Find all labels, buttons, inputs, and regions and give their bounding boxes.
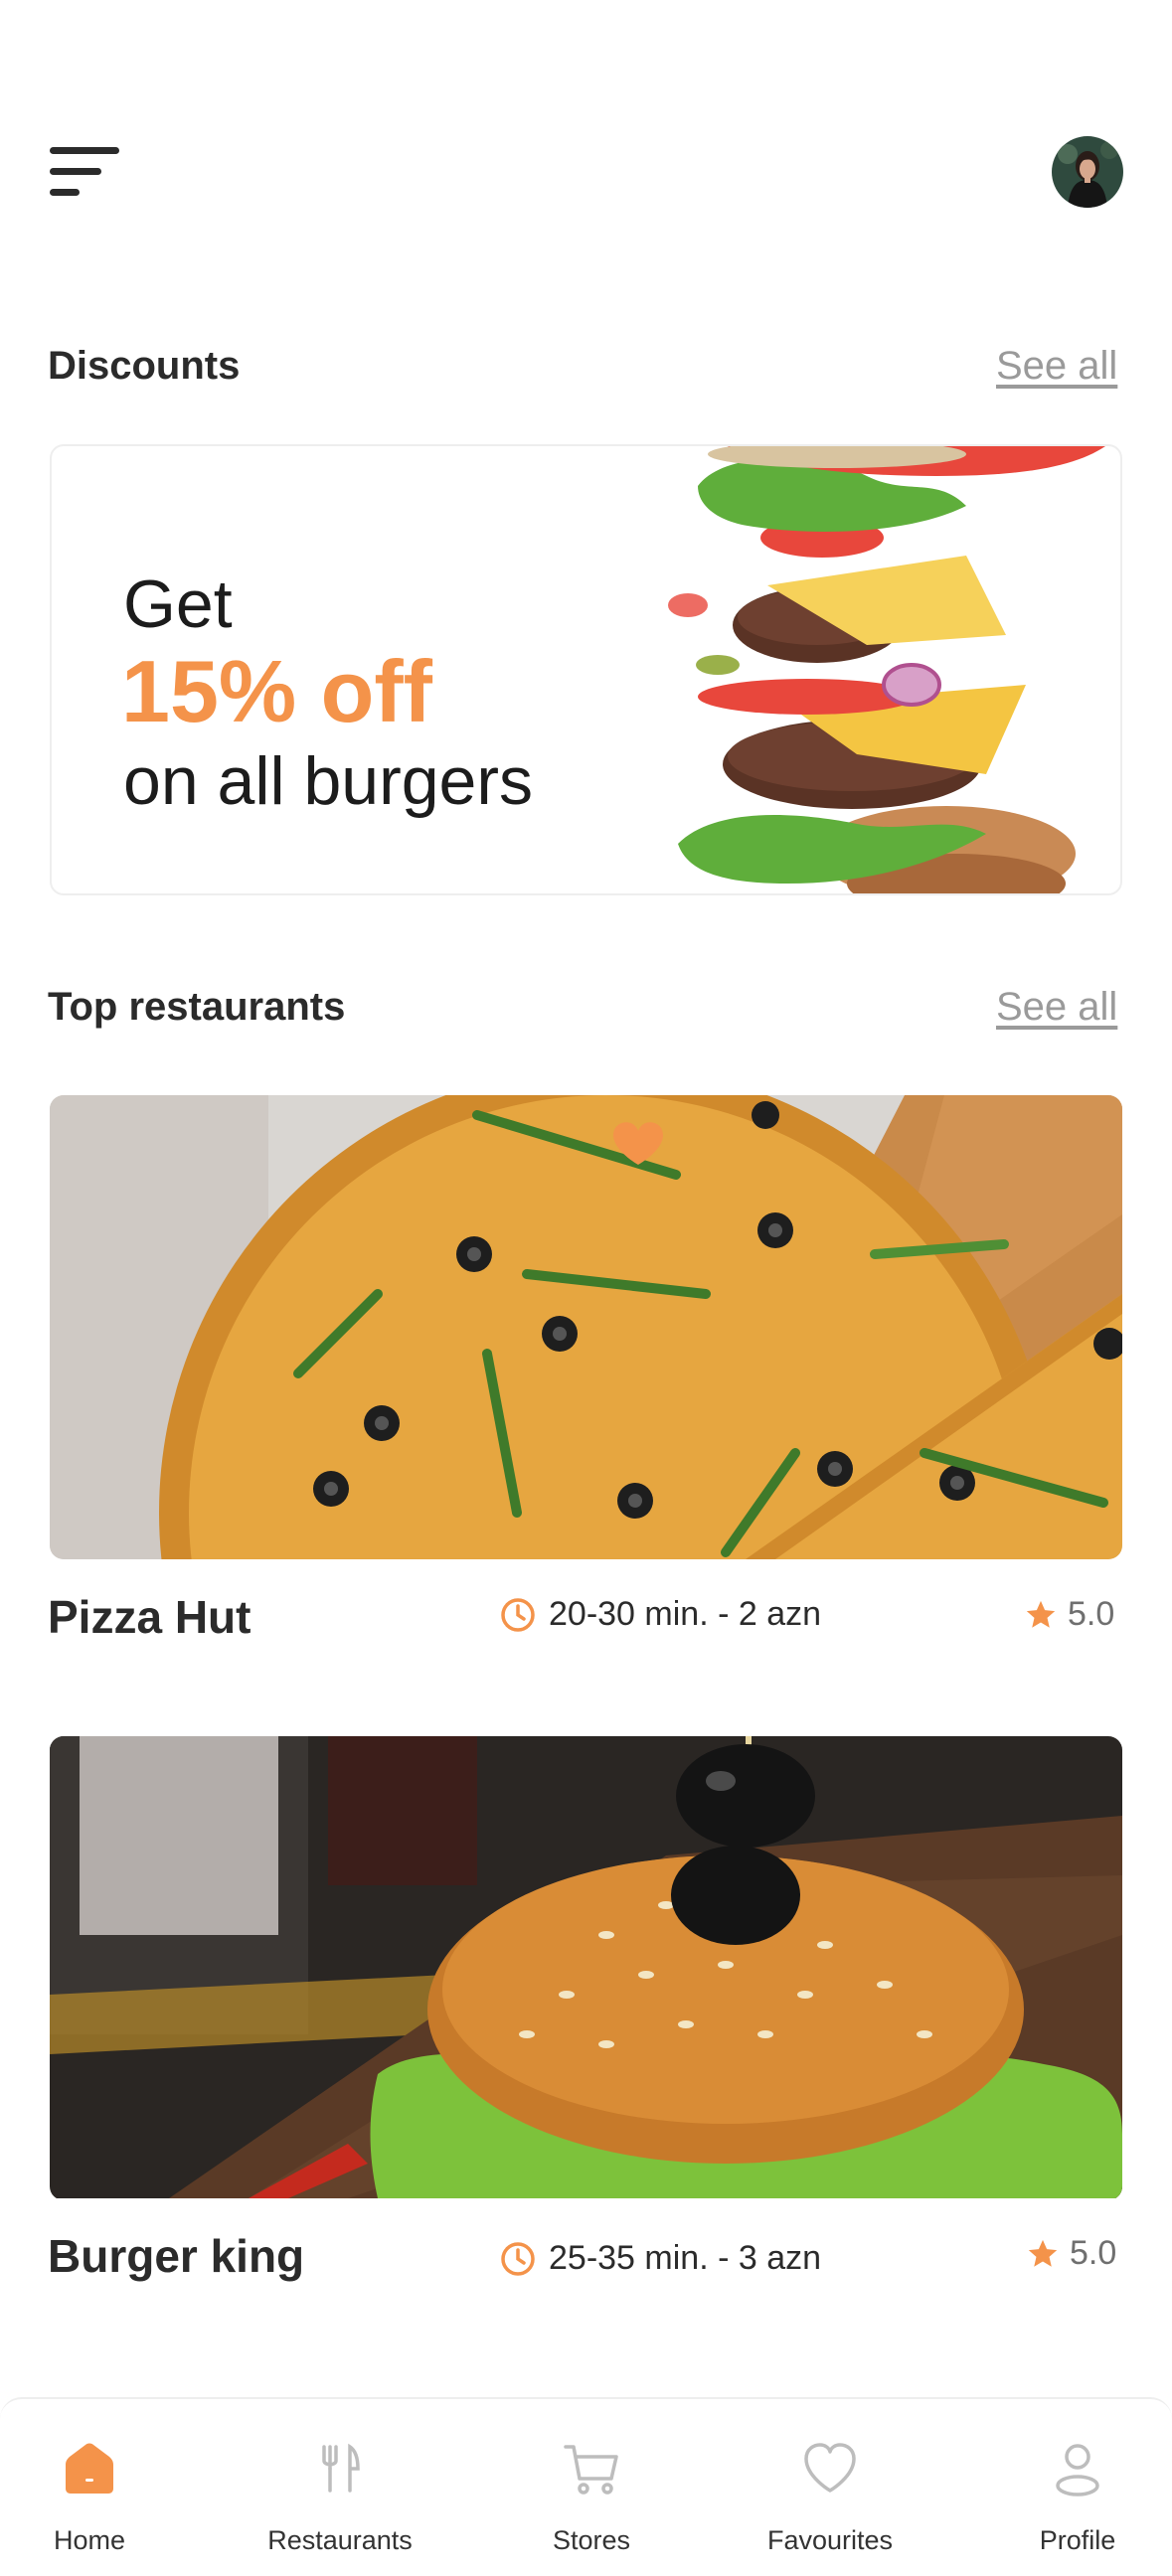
discount-banner[interactable]: Get 15% off on all burgers [50,444,1122,895]
nav-home[interactable]: Home [0,2439,189,2556]
restaurant-rating: 5.0 [1024,1595,1114,1634]
nav-label: Profile [1039,2525,1116,2555]
nav-restaurants[interactable]: Restaurants [241,2439,439,2556]
cart-icon [564,2445,618,2495]
fork-knife-icon [322,2443,360,2493]
star-icon [1028,2239,1058,2267]
promo-line-get: Get [123,566,233,642]
nav-favourites[interactable]: Favourites [731,2439,929,2556]
nav-label: Home [53,2525,126,2555]
user-avatar[interactable] [1052,136,1123,208]
menu-button[interactable] [50,147,121,199]
discounts-see-all-link[interactable]: See all [996,344,1117,389]
restaurant-rating: 5.0 [1026,2234,1116,2273]
discounts-title: Discounts [48,344,241,388]
star-icon [1026,1600,1056,1628]
top-restaurants-see-all-link[interactable]: See all [996,985,1117,1030]
user-icon [1056,2444,1099,2496]
nav-label: Favourites [766,2525,894,2555]
restaurant-delivery-info: 25-35 min. - 3 azn [499,2239,821,2278]
clock-icon [501,1597,535,1632]
home-icon [66,2443,113,2494]
promo-line-burgers: on all burgers [123,743,534,819]
nav-stores[interactable]: Stores [492,2439,691,2556]
rating-value: 5.0 [1070,2234,1117,2272]
rating-value: 5.0 [1068,1595,1115,1633]
heart-icon [804,2443,856,2493]
restaurant-image-pizza-hut[interactable] [50,1095,1122,1559]
nav-profile[interactable]: Profile [978,2439,1172,2556]
top-restaurants-title: Top restaurants [48,985,346,1029]
restaurant-image-burger-king[interactable] [50,1736,1122,2200]
delivery-time-text: 20-30 min. - 2 azn [549,1595,822,1633]
restaurant-delivery-info: 20-30 min. - 2 azn [499,1595,821,1634]
exploding-burger-image [668,446,1105,893]
delivery-time-text: 25-35 min. - 3 azn [549,2239,822,2277]
promo-discount-value: 15% off [121,642,432,740]
nav-label: Restaurants [267,2525,413,2555]
bottom-navigation: Home Restaurants Stores Favourites Profi… [0,2397,1172,2576]
clock-icon [501,2241,535,2276]
nav-label: Stores [552,2525,631,2555]
restaurant-name[interactable]: Pizza Hut [48,1590,251,1644]
hamburger-menu-icon [50,147,119,154]
restaurant-name[interactable]: Burger king [48,2229,304,2283]
